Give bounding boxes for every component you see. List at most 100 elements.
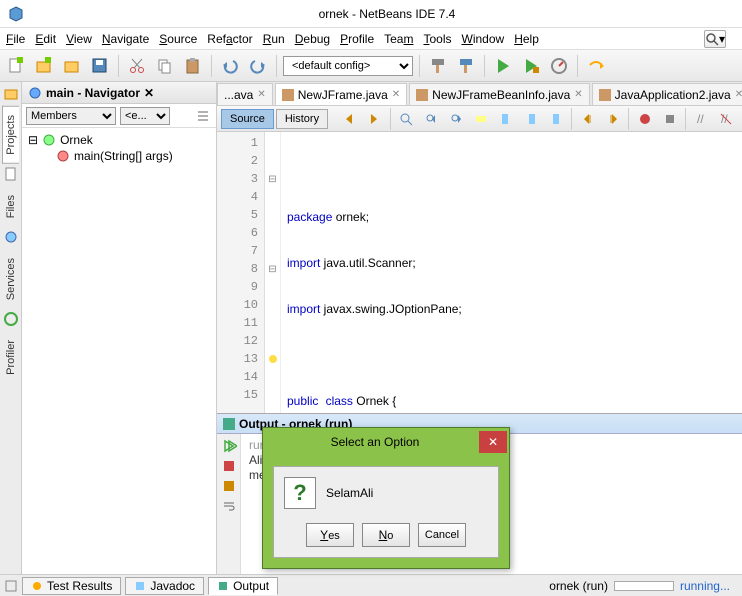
empty-combo[interactable]: <e... xyxy=(120,107,170,125)
sidetab-profiler[interactable]: Profiler xyxy=(2,331,20,384)
redo-button[interactable] xyxy=(246,54,270,78)
debug-button[interactable] xyxy=(519,54,543,78)
dialog-titlebar[interactable]: Select an Option ✕ xyxy=(263,428,509,456)
profiler-tab-icon xyxy=(3,311,19,327)
wrap-icon[interactable] xyxy=(221,498,237,514)
paste-button[interactable] xyxy=(181,54,205,78)
status-task: ornek (run) xyxy=(549,579,608,593)
tab-2[interactable]: NewJFrameBeanInfo.java✕ xyxy=(409,83,589,105)
dialog-close-button[interactable]: ✕ xyxy=(479,431,507,453)
new-project-button[interactable] xyxy=(32,54,56,78)
et-comment[interactable]: // xyxy=(690,107,713,131)
sidetab-projects[interactable]: Projects xyxy=(2,106,19,164)
tab-1[interactable]: NewJFrame.java✕ xyxy=(275,83,407,105)
et-bookmark-prev[interactable] xyxy=(495,107,518,131)
undo-button[interactable] xyxy=(218,54,242,78)
et-uncomment[interactable]: // xyxy=(715,107,738,131)
et-nav-back[interactable] xyxy=(338,107,361,131)
rerun-icon[interactable] xyxy=(221,438,237,454)
tree-root-label: Ornek xyxy=(60,133,93,147)
build-button[interactable] xyxy=(426,54,450,78)
close-icon[interactable]: ✕ xyxy=(257,89,265,100)
history-view-button[interactable]: History xyxy=(276,109,328,129)
open-icon xyxy=(63,57,81,75)
navigator-close[interactable]: ✕ xyxy=(144,86,154,100)
profile-icon xyxy=(550,57,568,75)
config-combo[interactable]: <default config> xyxy=(283,56,413,76)
menu-help[interactable]: Help xyxy=(514,32,539,46)
menu-refactor[interactable]: Refactor xyxy=(207,32,252,46)
close-icon[interactable]: ✕ xyxy=(392,89,400,100)
et-macro-rec[interactable] xyxy=(633,107,656,131)
run-button[interactable] xyxy=(491,54,515,78)
tab-3[interactable]: JavaApplication2.java✕ xyxy=(592,83,742,105)
step-over-button[interactable] xyxy=(584,54,608,78)
code-area[interactable]: 123456789101112131415 ⊟⊟ package ornek; … xyxy=(217,132,742,413)
tree-item-main[interactable]: main(String[] args) xyxy=(56,148,210,164)
stop-output-icon[interactable] xyxy=(221,458,237,474)
tab-0[interactable]: ...ava✕ xyxy=(217,83,273,105)
et-highlight[interactable] xyxy=(470,107,493,131)
et-shift-right[interactable] xyxy=(601,107,624,131)
et-find-next[interactable] xyxy=(445,107,468,131)
menu-navigate[interactable]: Navigate xyxy=(102,32,149,46)
menu-view[interactable]: View xyxy=(66,32,92,46)
cancel-button[interactable]: Cancel xyxy=(418,523,466,547)
code-content[interactable]: package ornek; import java.util.Scanner;… xyxy=(281,132,742,413)
et-find-prev[interactable] xyxy=(420,107,443,131)
copy-button[interactable] xyxy=(153,54,177,78)
java-icon xyxy=(599,89,611,101)
save-all-button[interactable] xyxy=(88,54,112,78)
navigator-filter-bar: Members <e... xyxy=(22,104,216,128)
services-tab-icon xyxy=(3,229,19,245)
clean-build-button[interactable] xyxy=(454,54,478,78)
close-icon[interactable]: ✕ xyxy=(735,89,742,100)
java-icon xyxy=(282,89,294,101)
et-bookmark-next[interactable] xyxy=(519,107,542,131)
tree-root[interactable]: ⊟ Ornek xyxy=(28,132,210,148)
menu-team[interactable]: Team xyxy=(384,32,413,46)
method-icon xyxy=(56,149,70,163)
menu-window[interactable]: Window xyxy=(462,32,505,46)
sidetab-services[interactable]: Services xyxy=(2,249,20,309)
source-view-button[interactable]: Source xyxy=(221,109,274,129)
menu-edit[interactable]: Edit xyxy=(35,32,56,46)
et-bookmark-toggle[interactable] xyxy=(544,107,567,131)
menu-run[interactable]: Run xyxy=(263,32,285,46)
btab-output[interactable]: Output xyxy=(208,577,278,595)
nav-settings-button[interactable] xyxy=(194,107,212,125)
javadoc-icon xyxy=(134,580,146,592)
search-button[interactable]: ▾ xyxy=(704,30,726,48)
settings-icon[interactable] xyxy=(221,478,237,494)
test-icon xyxy=(31,580,43,592)
new-project-icon xyxy=(35,57,53,75)
members-combo[interactable]: Members xyxy=(26,107,116,125)
open-button[interactable] xyxy=(60,54,84,78)
menu-tools[interactable]: Tools xyxy=(423,32,451,46)
menu-debug[interactable]: Debug xyxy=(295,32,330,46)
editor-tabs: ...ava✕ NewJFrame.java✕ NewJFrameBeanInf… xyxy=(217,82,742,106)
output-tab-icon xyxy=(217,580,229,592)
et-find-sel[interactable] xyxy=(395,107,418,131)
yes-button[interactable]: Yes xyxy=(306,523,354,547)
scissors-icon xyxy=(128,57,146,75)
new-file-button[interactable] xyxy=(4,54,28,78)
menubar: File Edit View Navigate Source Refactor … xyxy=(0,28,742,50)
btab-test[interactable]: Test Results xyxy=(22,577,121,595)
menu-profile[interactable]: Profile xyxy=(340,32,374,46)
menu-file[interactable]: File xyxy=(6,32,25,46)
shift-left-icon xyxy=(581,112,595,126)
copy-icon xyxy=(156,57,174,75)
close-icon[interactable]: ✕ xyxy=(574,89,582,100)
et-macro-stop[interactable] xyxy=(658,107,681,131)
et-nav-fwd[interactable] xyxy=(363,107,386,131)
no-button[interactable]: No xyxy=(362,523,410,547)
cut-button[interactable] xyxy=(125,54,149,78)
sidetab-files[interactable]: Files xyxy=(2,186,20,227)
collapse-icon[interactable] xyxy=(4,579,18,593)
et-shift-left[interactable] xyxy=(576,107,599,131)
svg-text://: // xyxy=(721,112,728,126)
menu-source[interactable]: Source xyxy=(159,32,197,46)
btab-javadoc[interactable]: Javadoc xyxy=(125,577,204,595)
profile-button[interactable] xyxy=(547,54,571,78)
